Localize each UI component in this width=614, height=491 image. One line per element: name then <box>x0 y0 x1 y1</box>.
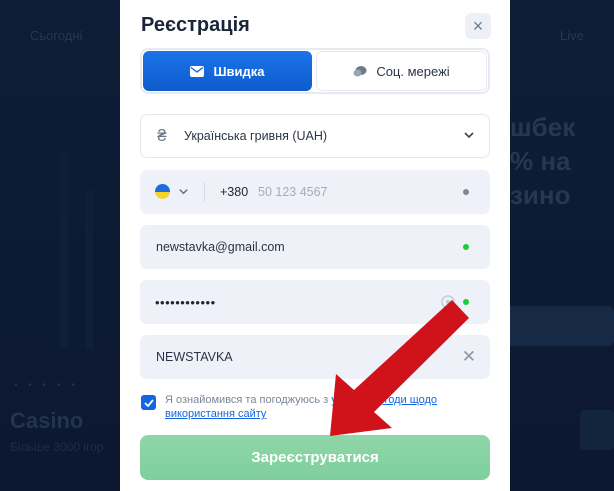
close-button[interactable]: × <box>465 13 491 39</box>
status-dot <box>463 189 469 195</box>
valid-indicator <box>463 299 469 305</box>
phone-prefix: +380 <box>220 185 249 199</box>
email-field[interactable]: newstavka@gmail.com <box>140 225 490 269</box>
registration-tabs: Швидка Соц. мережі <box>140 48 490 94</box>
background-decoration <box>60 150 68 350</box>
registration-modal: Реєстрація × Швидка Соц. мережі ₴ Україн… <box>120 0 510 491</box>
agreement-row: Я ознайомився та погоджуюсь з умовами уг… <box>141 393 471 421</box>
password-field[interactable]: •••••••••••• <box>140 280 490 324</box>
ukraine-flag-icon[interactable] <box>155 184 170 199</box>
background-card <box>580 410 614 450</box>
currency-value: Українська гривня (UAH) <box>184 129 328 143</box>
agreement-prefix: Я ознайомився та погоджуюсь з <box>165 394 332 406</box>
tab-social[interactable]: Соц. мережі <box>316 51 487 91</box>
chevron-down-icon <box>464 132 474 139</box>
hryvnia-icon: ₴ <box>157 126 167 145</box>
background-dots: • • • • • <box>14 380 79 391</box>
chevron-down-icon[interactable] <box>178 186 189 197</box>
tab-quick-label: Швидка <box>213 63 265 79</box>
currency-select[interactable]: ₴ Українська гривня (UAH) <box>140 114 490 158</box>
close-icon: × <box>472 15 484 36</box>
checkmark-icon <box>143 398 154 407</box>
agreement-checkbox[interactable] <box>141 395 156 410</box>
background-promo-button <box>505 306 614 346</box>
background-casino-subtitle: Більше 3000 ігор <box>10 440 104 454</box>
phone-field: +380 50 123 4567 <box>140 170 490 214</box>
email-value: newstavka@gmail.com <box>156 240 285 254</box>
tab-quick[interactable]: Швидка <box>143 51 312 91</box>
eye-icon[interactable] <box>441 295 455 309</box>
valid-indicator <box>463 244 469 250</box>
chat-bubble-icon <box>353 65 367 76</box>
background-nav-link: Сьогодні <box>30 28 83 43</box>
background-casino-title: Casino <box>10 408 84 433</box>
clear-icon[interactable]: ✕ <box>462 347 476 367</box>
background-promo-text: шбек % на зино <box>510 112 576 210</box>
promo-code-field[interactable]: NEWSTAVKA ✕ <box>140 335 490 379</box>
envelope-icon <box>190 65 205 77</box>
agreement-text: Я ознайомився та погоджуюсь з умовами уг… <box>165 393 471 421</box>
divider <box>204 182 205 202</box>
background-decoration <box>85 190 93 350</box>
promo-code-value: NEWSTAVKA <box>156 350 233 364</box>
background-nav-link: Live <box>560 28 584 43</box>
password-value: •••••••••••• <box>155 294 216 310</box>
tab-social-label: Соц. мережі <box>376 63 450 79</box>
modal-title: Реєстрація <box>141 14 250 36</box>
phone-input[interactable]: 50 123 4567 <box>258 185 328 199</box>
register-button[interactable]: Зареєструватися <box>140 435 490 480</box>
